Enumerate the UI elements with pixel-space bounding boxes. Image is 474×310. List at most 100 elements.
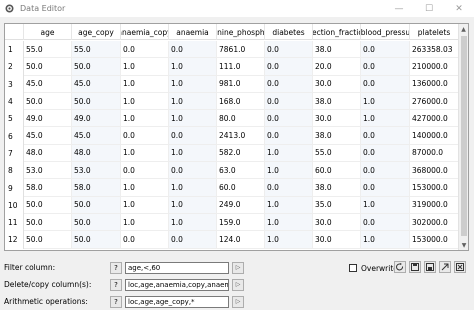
table-cell[interactable]: 1.0: [121, 196, 169, 214]
table-cell[interactable]: 0.0: [265, 92, 313, 111]
table-cell[interactable]: 1.0: [169, 144, 217, 163]
table-cell[interactable]: 1.0: [121, 58, 169, 76]
scroll-thumb[interactable]: [461, 36, 467, 236]
column-header[interactable]: h_blood_pressure: [361, 24, 410, 40]
row-number[interactable]: 3: [5, 75, 24, 93]
table-cell[interactable]: 87000.0: [410, 144, 459, 163]
table-cell[interactable]: 168.0: [217, 92, 265, 111]
table-cell[interactable]: 1.0: [121, 144, 169, 163]
table-cell[interactable]: 368000.0: [410, 162, 459, 180]
column-header[interactable]: platelets: [410, 24, 459, 40]
table-cell[interactable]: 0.0: [265, 110, 313, 128]
table-cell[interactable]: 124.0: [217, 231, 265, 249]
table-cell[interactable]: 53.0: [24, 162, 72, 180]
row-number[interactable]: 1: [5, 41, 24, 59]
minimize-button[interactable]: —: [384, 0, 414, 17]
row-number[interactable]: 12: [5, 231, 24, 249]
table-cell[interactable]: 1.0: [121, 92, 169, 111]
table-row[interactable]: 5 49.0 49.0 1.0 1.0 80.0 0.0 30.0 1.0 427000.0: [5, 110, 459, 128]
table-cell[interactable]: 0.0: [361, 127, 410, 145]
overwrite-option[interactable]: Overwrite: [349, 262, 398, 274]
delete-help-button[interactable]: ?: [110, 278, 122, 291]
table-cell[interactable]: 1.0: [169, 179, 217, 197]
table-cell[interactable]: 136000.0: [410, 75, 459, 93]
scroll-up-icon[interactable]: ▲: [459, 24, 468, 34]
table-row[interactable]: 7 48.0 48.0 1.0 1.0 582.0 1.0 55.0 0.0 87000.0: [5, 144, 459, 163]
table-cell[interactable]: 0.0: [121, 162, 169, 180]
table-cell[interactable]: 50.0: [24, 196, 72, 214]
table-cell[interactable]: 263358.03: [410, 41, 459, 59]
table-cell[interactable]: 1.0: [121, 110, 169, 128]
data-table[interactable]: ageage_copyanaemia_copyanaemiaatinine_ph…: [4, 23, 469, 251]
table-row[interactable]: 10 50.0 50.0 1.0 1.0 249.0 1.0 35.0 1.0 319000.0: [5, 196, 459, 214]
table-cell[interactable]: 0.0: [361, 213, 410, 232]
table-cell[interactable]: 60.0: [217, 179, 265, 197]
table-cell[interactable]: 55.0: [24, 41, 72, 59]
table-cell[interactable]: 0.0: [121, 127, 169, 145]
table-row[interactable]: 9 58.0 58.0 1.0 1.0 60.0 0.0 38.0 0.0 153000.0: [5, 179, 459, 197]
table-cell[interactable]: 0.0: [265, 41, 313, 59]
table-cell[interactable]: 319000.0: [410, 196, 459, 214]
maximize-button[interactable]: ☐: [414, 0, 444, 17]
save-icon[interactable]: [409, 261, 421, 273]
column-header[interactable]: anaemia_copy: [121, 24, 169, 40]
table-cell[interactable]: 249.0: [217, 196, 265, 214]
table-cell[interactable]: 45.0: [72, 127, 121, 145]
table-cell[interactable]: 0.0: [265, 179, 313, 197]
table-cell[interactable]: 1.0: [169, 75, 217, 93]
table-cell[interactable]: 302000.0: [410, 213, 459, 232]
close-button[interactable]: ✕: [444, 0, 474, 17]
arith-input[interactable]: loc,age,age_copy,*: [125, 295, 229, 308]
table-cell[interactable]: 0.0: [265, 58, 313, 76]
table-cell[interactable]: 1.0: [121, 213, 169, 232]
table-cell[interactable]: 38.0: [313, 127, 361, 145]
table-cell[interactable]: 58.0: [24, 179, 72, 197]
table-cell[interactable]: 45.0: [72, 75, 121, 93]
table-row[interactable]: 12 50.0 50.0 0.0 0.0 124.0 1.0 30.0 1.0 153000.0: [5, 231, 459, 249]
vertical-scrollbar[interactable]: ▲ ▼: [458, 24, 468, 250]
table-cell[interactable]: 49.0: [24, 110, 72, 128]
column-header[interactable]: ejection_fraction: [313, 24, 361, 40]
table-cell[interactable]: 58.0: [72, 179, 121, 197]
table-cell[interactable]: 0.0: [169, 127, 217, 145]
table-cell[interactable]: 1.0: [169, 196, 217, 214]
table-cell[interactable]: 0.0: [361, 162, 410, 180]
import-icon[interactable]: [424, 261, 436, 273]
row-number[interactable]: 7: [5, 144, 24, 163]
table-cell[interactable]: 0.0: [265, 127, 313, 145]
table-cell[interactable]: 0.0: [361, 41, 410, 59]
table-cell[interactable]: 50.0: [24, 213, 72, 232]
table-cell[interactable]: 1.0: [169, 58, 217, 76]
table-cell[interactable]: 38.0: [313, 179, 361, 197]
table-cell[interactable]: 20.0: [313, 58, 361, 76]
table-cell[interactable]: 1.0: [169, 110, 217, 128]
scroll-down-icon[interactable]: ▼: [459, 240, 468, 250]
column-header[interactable]: diabetes: [265, 24, 313, 40]
table-cell[interactable]: 276000.0: [410, 92, 459, 111]
row-number[interactable]: 4: [5, 92, 24, 111]
table-cell[interactable]: 981.0: [217, 75, 265, 93]
table-cell[interactable]: 1.0: [121, 75, 169, 93]
table-cell[interactable]: 30.0: [313, 110, 361, 128]
table-cell[interactable]: 55.0: [72, 41, 121, 59]
table-cell[interactable]: 153000.0: [410, 179, 459, 197]
table-cell[interactable]: 0.0: [169, 231, 217, 249]
column-header[interactable]: anaemia: [169, 24, 217, 40]
table-cell[interactable]: 153000.0: [410, 231, 459, 249]
table-cell[interactable]: 0.0: [169, 41, 217, 59]
table-cell[interactable]: 48.0: [24, 144, 72, 163]
table-cell[interactable]: 45.0: [24, 75, 72, 93]
table-cell[interactable]: 63.0: [217, 162, 265, 180]
table-cell[interactable]: 1.0: [265, 231, 313, 249]
table-cell[interactable]: 1.0: [361, 231, 410, 249]
table-cell[interactable]: 0.0: [361, 58, 410, 76]
row-number[interactable]: 10: [5, 196, 24, 214]
table-cell[interactable]: 50.0: [24, 231, 72, 249]
table-cell[interactable]: 1.0: [265, 196, 313, 214]
filter-run-button[interactable]: ▷: [232, 261, 244, 274]
table-cell[interactable]: 45.0: [24, 127, 72, 145]
table-cell[interactable]: 60.0: [313, 162, 361, 180]
table-cell[interactable]: 0.0: [361, 75, 410, 93]
table-cell[interactable]: 50.0: [72, 92, 121, 111]
table-cell[interactable]: 0.0: [361, 144, 410, 163]
